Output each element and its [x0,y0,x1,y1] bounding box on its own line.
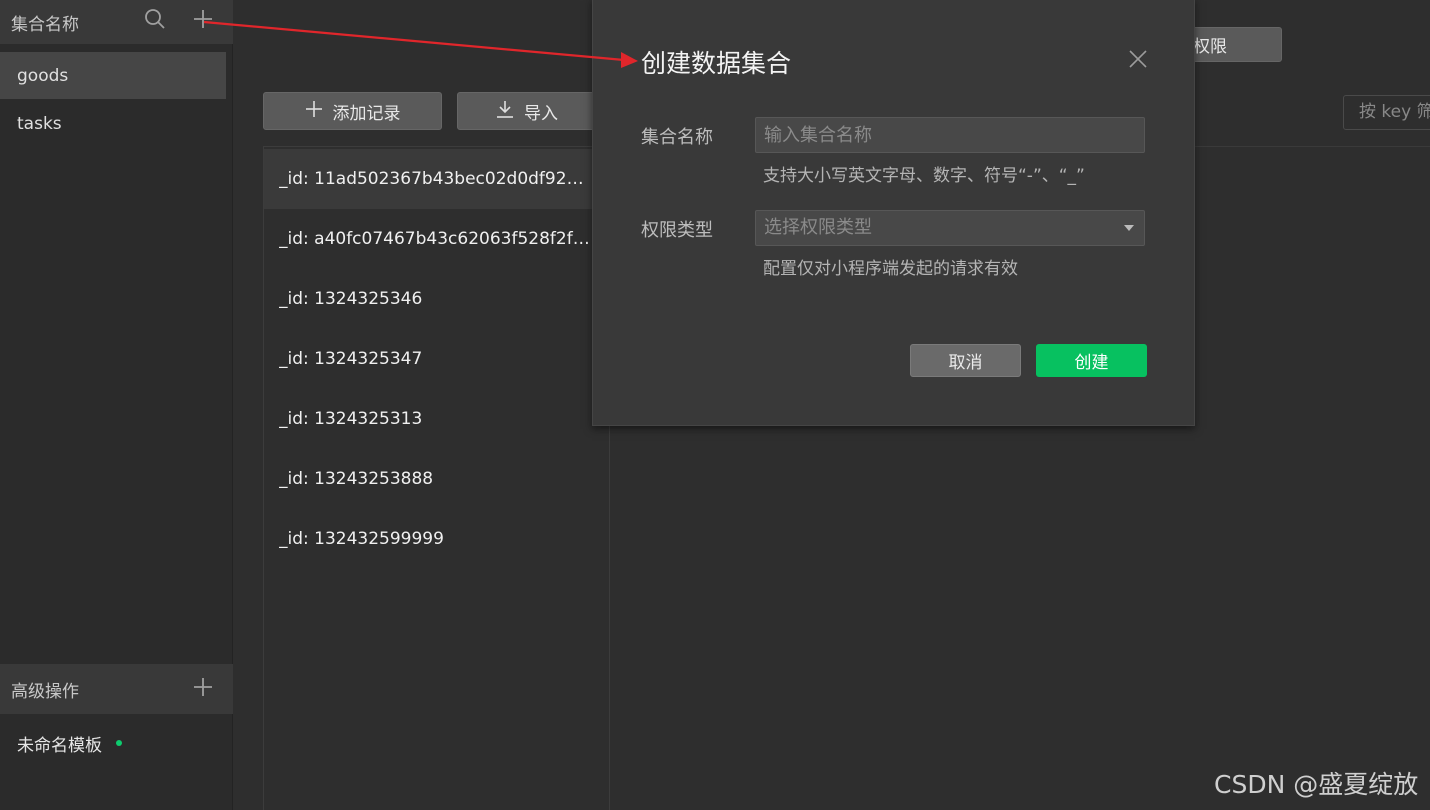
search-icon[interactable] [142,8,168,34]
template-item-label: 未命名模板 [17,735,102,756]
collection-item-label: tasks [17,113,62,134]
permission-type-placeholder: 选择权限类型 [764,217,872,238]
collection-item-goods[interactable]: goods [0,52,226,99]
record-id: _id: 13243253888 [279,469,434,489]
plus-icon [305,100,323,123]
record-id: _id: 1324325346 [279,289,423,309]
dialog-title: 创建数据集合 [641,49,792,78]
add-record-label: 添加记录 [332,103,401,124]
record-row[interactable]: _id: 132432599999 [264,509,609,569]
record-id: _id: a40fc07467b43c62063f528f2f9... [279,229,591,249]
collection-item-label: goods [17,65,69,86]
download-icon [496,100,514,123]
plus-icon[interactable] [190,8,216,34]
import-label: 导入 [524,103,558,124]
caret-down-icon [1124,225,1134,231]
record-row[interactable]: _id: 1324325347 [264,329,609,389]
cancel-label: 取消 [948,353,983,373]
status-dot-icon [116,740,122,746]
permission-type-select[interactable]: 选择权限类型 [755,210,1145,246]
cancel-button[interactable]: 取消 [910,344,1021,377]
permission-label: 权限 [1193,37,1227,57]
collection-item-tasks[interactable]: tasks [0,100,226,147]
create-button[interactable]: 创建 [1036,344,1147,377]
record-id: _id: 11ad502367b43bec02d0df924... [279,169,591,189]
collection-name-label: 集合名称 [641,127,713,148]
add-template-plus-icon[interactable] [190,676,216,702]
close-icon[interactable] [1126,49,1150,73]
template-item[interactable]: 未命名模板 [0,720,226,766]
record-row[interactable]: _id: 1324325313 [264,389,609,449]
create-label: 创建 [1074,353,1109,373]
permission-type-hint: 配置仅对小程序端发起的请求有效 [763,259,1018,279]
collections-sidebar: 集合名称 goods tasks 高级操作 未命名模板 [0,0,233,810]
record-row[interactable]: _id: 13243253888 [264,449,609,509]
create-collection-dialog: 创建数据集合 集合名称 支持大小写英文字母、数字、符号“-”、“_” 权限类型 … [592,0,1195,426]
collection-name-input[interactable] [755,117,1145,153]
filter-key-placeholder: 按 key 筛 [1359,102,1430,122]
advanced-ops-title: 高级操作 [11,681,79,702]
record-id: _id: 1324325313 [279,409,423,429]
record-row[interactable]: _id: a40fc07467b43c62063f528f2f9... [264,209,609,269]
filter-key-input[interactable]: 按 key 筛 [1343,95,1430,130]
add-record-button[interactable]: 添加记录 [263,92,442,130]
record-id: _id: 132432599999 [279,529,444,549]
import-button[interactable]: 导入 [457,92,597,130]
collections-header-title: 集合名称 [11,14,79,35]
collection-name-hint: 支持大小写英文字母、数字、符号“-”、“_” [763,166,1085,186]
record-id: _id: 1324325347 [279,349,423,369]
records-list: _id: 11ad502367b43bec02d0df924... _id: a… [263,146,610,810]
watermark: CSDN @盛夏绽放 [1214,770,1419,799]
permission-type-label: 权限类型 [641,220,713,241]
record-row[interactable]: _id: 1324325346 [264,269,609,329]
record-row[interactable]: _id: 11ad502367b43bec02d0df924... [264,149,609,209]
